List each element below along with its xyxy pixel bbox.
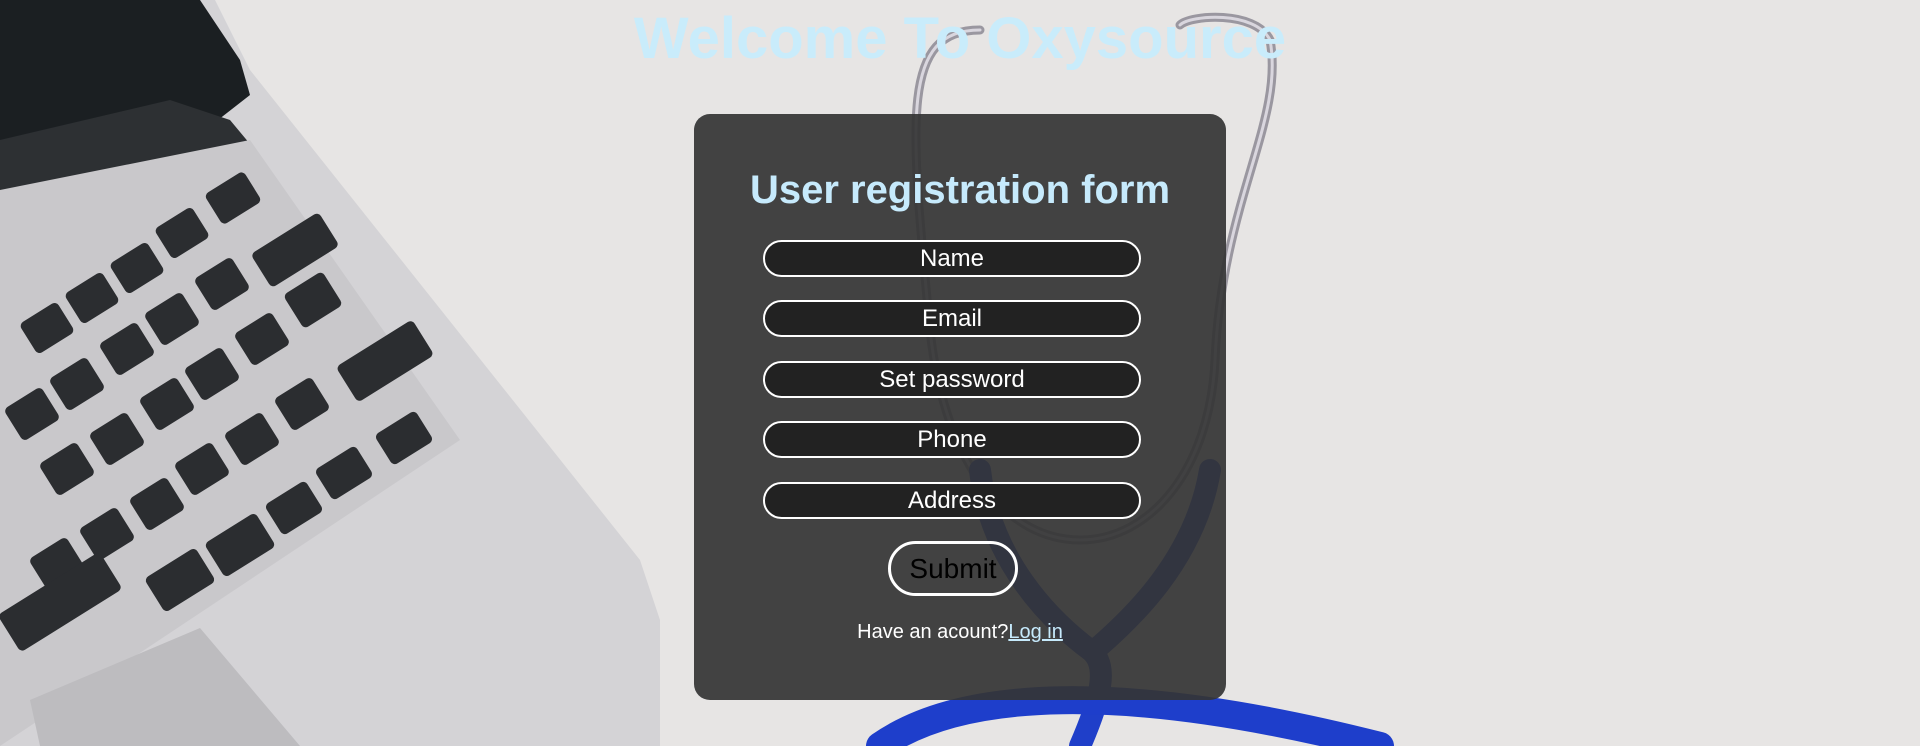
account-prompt-text: Have an acount? <box>857 621 1009 643</box>
address-input[interactable] <box>763 482 1141 519</box>
form-title: User registration form <box>749 168 1171 212</box>
password-input[interactable] <box>763 361 1141 398</box>
submit-button[interactable]: Submit <box>888 541 1018 596</box>
page: Welcome To Oxysource User registration f… <box>0 0 1920 746</box>
login-link[interactable]: Log in <box>1008 621 1063 643</box>
phone-input[interactable] <box>763 421 1141 458</box>
page-heading: Welcome To Oxysource <box>633 6 1287 71</box>
name-input[interactable] <box>763 240 1141 277</box>
email-input[interactable] <box>763 300 1141 337</box>
registration-form: User registration form Submit Have an ac… <box>694 114 1226 700</box>
login-prompt: Have an acount?Log in <box>694 620 1226 644</box>
